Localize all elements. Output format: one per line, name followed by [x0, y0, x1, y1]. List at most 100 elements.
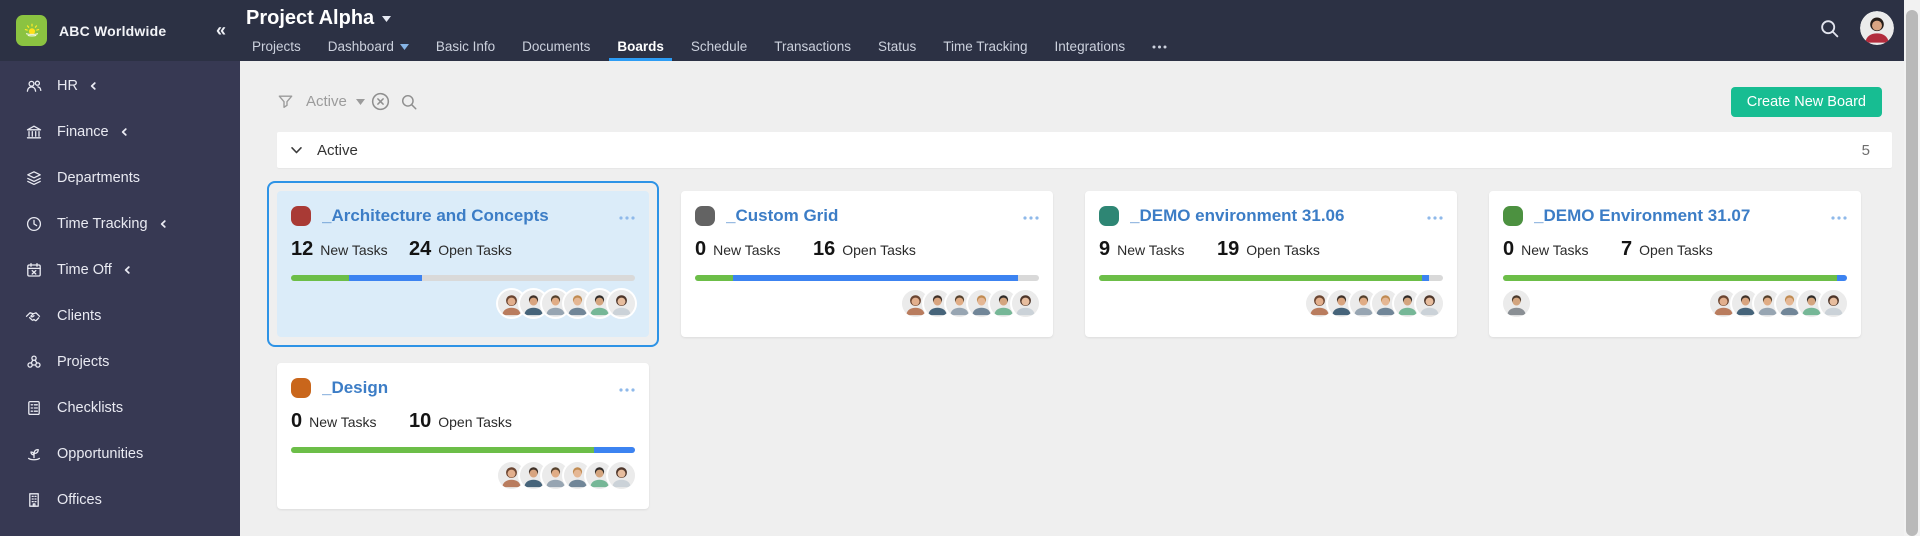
workspace-brand[interactable]: ABC Worldwide «	[0, 0, 240, 61]
filter-toolbar: Active Create New Board	[277, 86, 1892, 117]
ellipsis-icon	[619, 216, 635, 220]
board-menu-button[interactable]	[1015, 212, 1039, 220]
board-progress-bar	[1503, 275, 1847, 281]
handshake-icon	[25, 307, 43, 325]
tab-basic-info[interactable]: Basic Info	[436, 32, 495, 61]
filter-caret-icon	[355, 98, 365, 105]
board-menu-button[interactable]	[611, 384, 635, 392]
board-card[interactable]: _DEMO environment 31.06 9 New Tasks 19 Ope…	[1085, 191, 1457, 337]
ellipsis-icon	[1831, 216, 1847, 220]
board-card-wrapper: _DEMO environment 31.06 9 New Tasks 19 Ope…	[1075, 181, 1467, 347]
seedling-icon	[25, 445, 43, 463]
new-tasks-count: 0	[1503, 238, 1515, 260]
circle-x-icon	[371, 92, 389, 111]
sidebar-item-offices[interactable]: Offices	[0, 477, 240, 523]
board-progress-bar	[291, 447, 635, 453]
ellipsis-icon	[1152, 45, 1167, 48]
open-tasks-count: 7	[1621, 238, 1633, 260]
avatar	[608, 462, 635, 489]
board-progress-bar	[1099, 275, 1443, 281]
board-card-wrapper: _Custom Grid 0 New Tasks 16 Open Tasks	[671, 181, 1063, 347]
people-icon	[25, 77, 43, 95]
bank-icon	[25, 123, 43, 141]
tab-time-tracking[interactable]: Time Tracking	[943, 32, 1027, 61]
tab-transactions[interactable]: Transactions	[774, 32, 851, 61]
group-title: Active	[317, 141, 358, 159]
progress-done-segment	[291, 447, 594, 453]
sidebar-item-departments[interactable]: Departments	[0, 155, 240, 201]
chevron-down-icon[interactable]	[290, 146, 303, 155]
filter-value: Active	[306, 93, 347, 110]
ellipsis-icon	[1023, 216, 1039, 220]
clock-icon	[25, 215, 43, 233]
tab-schedule[interactable]: Schedule	[691, 32, 747, 61]
sidebar-item-checklists[interactable]: Checklists	[0, 385, 240, 431]
board-title[interactable]: _DEMO Environment 31.07	[1534, 206, 1750, 226]
sidebar-item-hr[interactable]: HR	[0, 63, 240, 109]
sidebar-item-projects[interactable]: Projects	[0, 339, 240, 385]
board-card-wrapper: _Design 0 New Tasks 10 Open Tasks	[267, 353, 659, 519]
sidebar-item-time-tracking[interactable]: Time Tracking	[0, 201, 240, 247]
sidebar-item-clients[interactable]: Clients	[0, 293, 240, 339]
title-caret-icon[interactable]	[382, 15, 392, 22]
progress-open-segment	[349, 275, 422, 281]
clear-filter-button[interactable]	[371, 92, 390, 111]
tab-status[interactable]: Status	[878, 32, 916, 61]
board-card[interactable]: _Custom Grid 0 New Tasks 16 Open Tasks	[681, 191, 1053, 337]
sidebar-nav: HR Finance Departments Time Tracking Tim…	[0, 61, 240, 536]
create-new-board-button[interactable]: Create New Board	[1730, 86, 1882, 117]
board-card[interactable]: _DEMO Environment 31.07 0 New Tasks 7 Open…	[1489, 191, 1861, 337]
board-card[interactable]: _Architecture and Concepts 12 New Tasks 2…	[277, 191, 649, 337]
board-color-dot	[291, 378, 311, 398]
avatar	[1820, 290, 1847, 317]
tab-dashboard[interactable]: Dashboard	[328, 32, 409, 61]
board-color-dot	[1099, 206, 1119, 226]
tabs-overflow-button[interactable]	[1152, 32, 1167, 61]
board-avatars	[695, 289, 1039, 318]
new-tasks-count: 0	[291, 410, 303, 432]
tab-projects[interactable]: Projects	[252, 32, 301, 61]
board-avatars	[1503, 289, 1847, 318]
scrollbar-thumb[interactable]	[1906, 10, 1918, 536]
new-tasks-count: 9	[1099, 238, 1111, 260]
board-title[interactable]: _Design	[322, 378, 388, 398]
tab-documents[interactable]: Documents	[522, 32, 590, 61]
board-search-button[interactable]	[400, 93, 418, 111]
building-icon	[25, 491, 43, 509]
sidebar-item-time-off[interactable]: Time Off	[0, 247, 240, 293]
tab-boards[interactable]: Boards	[609, 32, 672, 61]
chevron-left-icon	[123, 265, 132, 275]
board-title[interactable]: _Custom Grid	[726, 206, 838, 226]
board-title[interactable]: _Architecture and Concepts	[322, 206, 549, 226]
board-menu-button[interactable]	[1419, 212, 1443, 220]
progress-done-segment	[1503, 275, 1837, 281]
board-progress-bar	[695, 275, 1039, 281]
group-header-active[interactable]: Active 5	[277, 132, 1892, 168]
board-title[interactable]: _DEMO environment 31.06	[1130, 206, 1344, 226]
sidebar-item-opportunities[interactable]: Opportunities	[0, 431, 240, 477]
chevron-left-icon	[120, 127, 129, 137]
board-avatars	[291, 461, 635, 490]
calendar-x-icon	[25, 261, 43, 279]
sidebar-collapse-icon[interactable]: «	[216, 20, 226, 41]
filter-dropdown[interactable]: Active	[277, 93, 365, 110]
progress-open-segment	[1836, 275, 1847, 281]
checklist-icon	[25, 399, 43, 417]
workspace-name: ABC Worldwide	[59, 22, 167, 39]
page-title[interactable]: Project Alpha	[246, 7, 374, 30]
tab-integrations[interactable]: Integrations	[1055, 32, 1126, 61]
user-avatar[interactable]	[1860, 11, 1894, 45]
board-progress-bar	[291, 275, 635, 281]
board-menu-button[interactable]	[611, 212, 635, 220]
board-menu-button[interactable]	[1823, 212, 1847, 220]
chevron-left-icon	[89, 81, 98, 91]
boards-content: Active Create New Board Active 5 _Archit…	[240, 61, 1920, 536]
board-card[interactable]: _Design 0 New Tasks 10 Open Tasks	[277, 363, 649, 509]
vertical-scrollbar[interactable]	[1904, 0, 1920, 536]
board-cards: _Architecture and Concepts 12 New Tasks 2…	[267, 181, 1907, 519]
avatar	[1503, 290, 1530, 317]
global-search-icon[interactable]	[1819, 18, 1840, 39]
sidebar-item-finance[interactable]: Finance	[0, 109, 240, 155]
group-count: 5	[1861, 141, 1870, 159]
layers-icon	[25, 169, 43, 187]
